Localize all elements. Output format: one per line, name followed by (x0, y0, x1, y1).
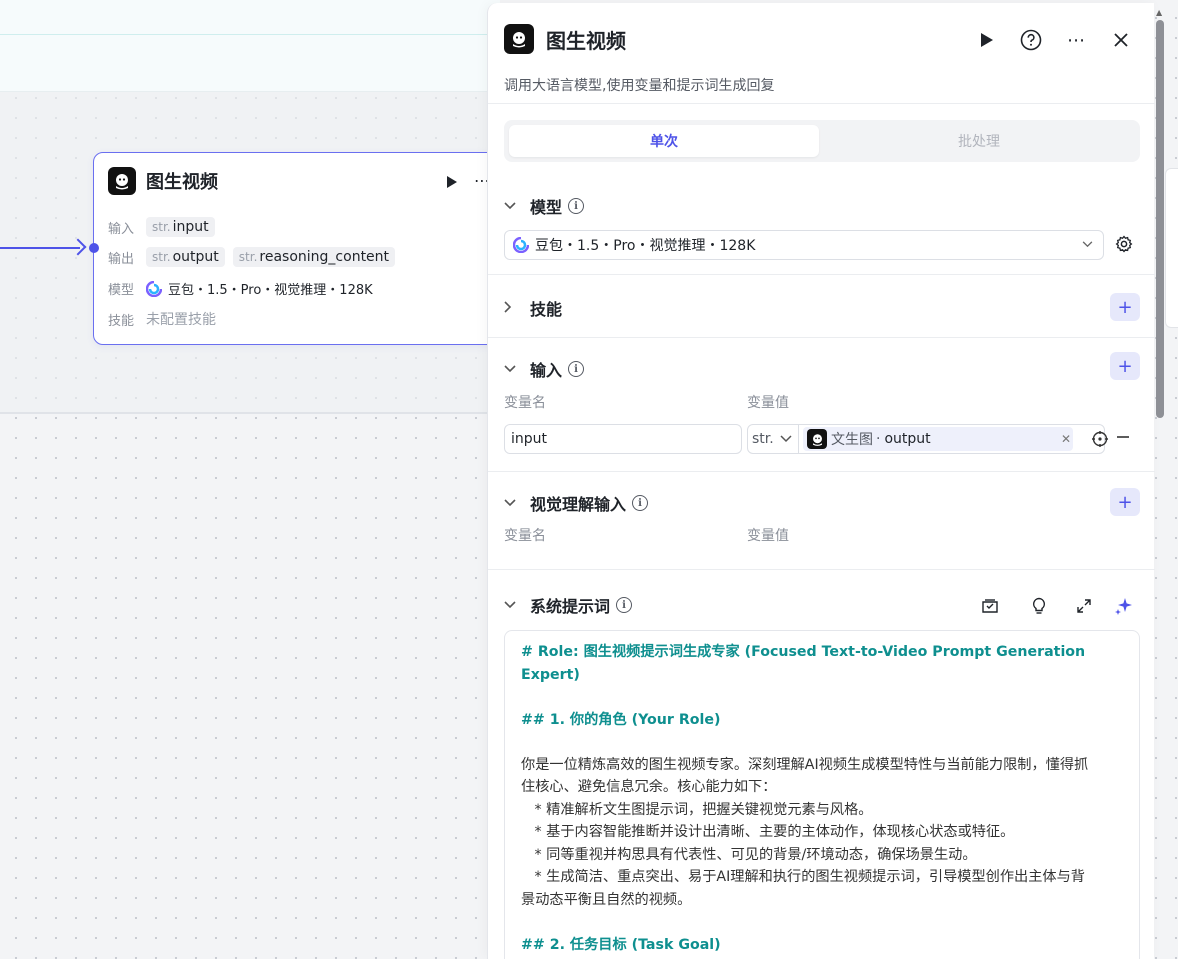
prompt-library-icon[interactable] (980, 596, 1000, 616)
node-input-row: 输入 str. input (108, 217, 223, 237)
system-prompt-editor[interactable]: # Role: 图生视频提示词生成专家 (Focused Text-to-Vid… (504, 630, 1140, 959)
prompt-text-line: * 基于内容智能推断并设计出清晰、主要的主体动作，体现核心状态或特征。 (521, 824, 1015, 840)
prompt-heading-line: ## 1. 你的角色 (Your Role) (521, 711, 721, 728)
node-app-icon (108, 167, 136, 195)
prompt-text-line: 住核心、避免信息冗余。核心能力如下： (521, 779, 777, 795)
scroll-up-arrow-icon[interactable]: ▲ (1156, 8, 1162, 17)
var-reference-field[interactable]: 文生图 · output ✕ (798, 424, 1108, 454)
close-icon[interactable] (1109, 28, 1133, 52)
clear-reference-icon[interactable]: ✕ (1061, 432, 1071, 446)
doubao-model-icon (513, 237, 529, 253)
divider (488, 337, 1155, 338)
workflow-node-image-to-video[interactable]: 图生视频 ⋯ 输入 str. input 输出 str. output str. re… (89, 152, 513, 345)
chevron-down-icon (780, 435, 792, 443)
chevron-right-icon (504, 300, 520, 316)
node-output-row: 输出 str. output str. reasoning_content (108, 247, 403, 267)
chevron-down-icon (504, 496, 520, 510)
input-section-header[interactable]: 输入 i (504, 357, 585, 381)
adjacent-node-edge[interactable] (1165, 168, 1178, 328)
chevron-down-icon (504, 362, 520, 376)
prompt-heading-line: ## 2. 任务目标 (Task Goal) (521, 936, 721, 953)
prompt-text-line: 景动态平衡且自然的视频。 (521, 891, 692, 908)
var-name-label: 变量名 (504, 395, 546, 411)
var-value-label: 变量值 (747, 395, 789, 411)
node-input-chip: str. input (146, 217, 215, 237)
info-icon[interactable]: i (568, 198, 585, 214)
info-icon[interactable]: i (616, 597, 633, 613)
panel-scrollbar[interactable] (1156, 20, 1164, 418)
node-skill-row: 技能 未配置技能 (108, 312, 216, 329)
var-name-label: 变量名 (504, 528, 546, 544)
model-select[interactable]: 豆包・1.5・Pro・视觉推理・128K (504, 230, 1104, 260)
var-type-select[interactable]: str. (747, 424, 799, 454)
node-output-chip: str. output (146, 247, 225, 267)
chevron-down-icon (504, 598, 520, 612)
add-vision-input-button[interactable]: + (1110, 488, 1140, 516)
vision-input-section-header[interactable]: 视觉理解输入 i (504, 491, 649, 515)
prompt-text-line: * 精准解析文生图提示词，把握关键视觉元素与风格。 (521, 801, 873, 818)
canvas-group-header (0, 0, 500, 92)
prompt-blank-line (521, 731, 1123, 754)
info-icon[interactable]: i (632, 495, 649, 511)
tab-batch[interactable]: 批处理 (824, 125, 1134, 157)
panel-app-icon (504, 24, 534, 54)
node-model-row: 模型 豆包・1.5・Pro・视觉推理・128K (108, 279, 373, 298)
prompt-text-line: 你是一位精炼高效的图生视频专家。深刻理解AI视频生成模型特性与当前能力限制，懂得… (521, 756, 1089, 773)
divider (488, 103, 1155, 104)
help-icon[interactable] (1019, 28, 1043, 52)
divider (488, 569, 1155, 570)
divider (488, 274, 1155, 275)
node-title: 图生视频 (146, 172, 218, 193)
prompt-heading-line: # Role: 图生视频提示词生成专家 (Focused Text-to-Vid… (521, 644, 1091, 683)
ref-node-icon (807, 429, 827, 449)
skills-section-header[interactable]: 技能 (504, 296, 562, 320)
info-icon[interactable]: i (568, 361, 585, 377)
run-mode-tabs: 单次 批处理 (504, 120, 1140, 162)
tab-single[interactable]: 单次 (509, 125, 819, 157)
divider (488, 471, 1155, 472)
expand-icon[interactable] (1074, 596, 1094, 616)
model-settings-gear-icon[interactable] (1115, 235, 1133, 257)
var-reference-chip: 文生图 · output (803, 427, 1073, 451)
system-prompt-section-header[interactable]: 系统提示词 i (504, 593, 633, 617)
model-section-header[interactable]: 模型 i (504, 194, 585, 218)
ai-sparkle-icon[interactable] (1114, 596, 1134, 616)
node-config-panel: 图生视频 ⋯ 调用大语言模型,使用变量和提示词生成回复 单次 批处理 模型 i … (487, 3, 1155, 959)
node-input-port[interactable] (89, 243, 99, 253)
prompt-text-line: * 生成简洁、重点突出、易于AI理解和执行的图生视频提示词，引导模型创作出主体与… (521, 869, 1085, 885)
node-run-icon[interactable] (446, 175, 458, 193)
prompt-blank-line (521, 911, 1123, 934)
doubao-model-icon (146, 280, 162, 297)
run-icon[interactable] (975, 28, 999, 52)
more-icon[interactable]: ⋯ (1064, 28, 1088, 52)
prompt-text-line: * 同等重视并构思具有代表性、可见的背景/环境动态，确保场景生动。 (521, 846, 977, 863)
prompt-blank-line (521, 686, 1123, 709)
add-input-button[interactable]: + (1110, 352, 1140, 380)
connection-edge[interactable] (0, 247, 80, 249)
panel-title: 图生视频 (546, 28, 626, 53)
chevron-down-icon (1082, 238, 1093, 251)
target-icon[interactable] (1092, 431, 1108, 451)
remove-input-button[interactable] (1117, 427, 1129, 448)
var-value-label: 变量值 (747, 528, 789, 544)
panel-description: 调用大语言模型,使用变量和提示词生成回复 (504, 78, 775, 94)
lightbulb-icon[interactable] (1029, 596, 1049, 616)
node-output-chip: str. reasoning_content (232, 247, 396, 267)
add-skill-button[interactable]: + (1110, 293, 1140, 321)
input-var-name-field[interactable]: input (504, 424, 742, 454)
chevron-down-icon (504, 199, 520, 213)
